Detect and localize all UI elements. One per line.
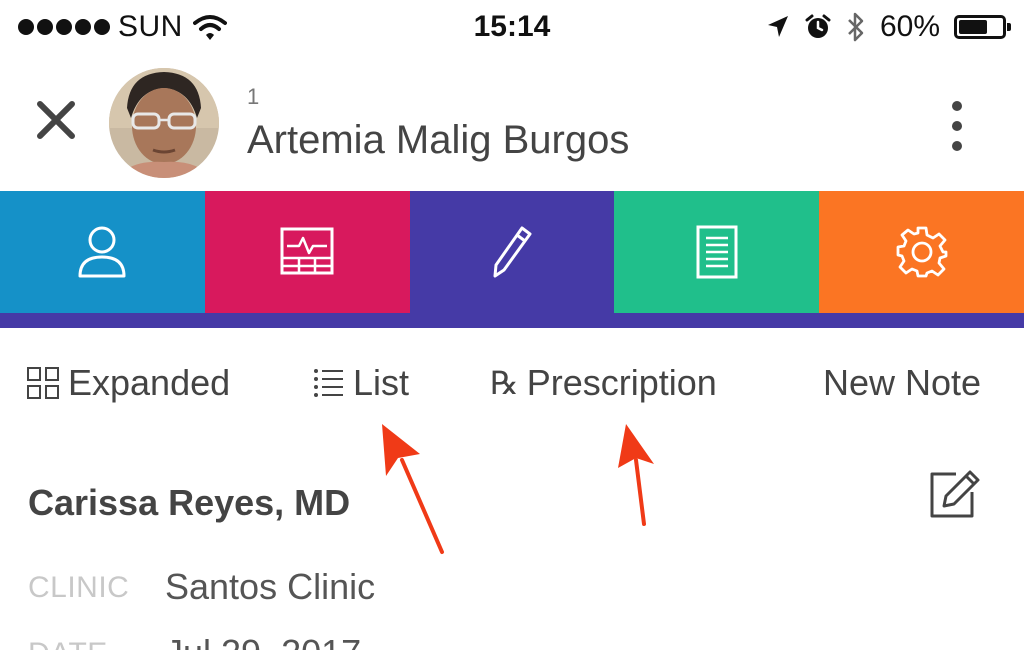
grid-icon xyxy=(27,367,59,399)
tab-prescription-label: Prescription xyxy=(526,362,717,403)
tab-profile[interactable] xyxy=(0,191,205,313)
bluetooth-icon xyxy=(848,12,864,42)
view-mode-tabs: Expanded List ℞ Prescription New Note xyxy=(0,350,1024,416)
tab-notes[interactable] xyxy=(409,191,615,313)
annotation-arrow-list xyxy=(382,424,444,554)
date-label: DATE xyxy=(28,637,108,650)
tab-prescription[interactable]: ℞ Prescription xyxy=(490,350,717,416)
patient-header: 1 Artemia Malig Burgos xyxy=(0,58,1024,191)
tab-settings[interactable] xyxy=(819,191,1024,313)
more-vertical-icon[interactable] xyxy=(940,98,974,154)
patient-name: Artemia Malig Burgos xyxy=(247,118,630,162)
location-arrow-icon xyxy=(767,16,788,37)
status-right: 60% xyxy=(766,10,1011,44)
edit-note-icon[interactable] xyxy=(926,466,982,522)
tab-new-note[interactable]: New Note xyxy=(823,350,981,416)
gear-icon xyxy=(896,226,947,278)
tab-documents[interactable] xyxy=(614,191,820,313)
battery-percentage: 60% xyxy=(879,10,940,43)
vitals-monitor-icon xyxy=(280,227,334,275)
alarm-icon xyxy=(805,14,831,38)
tab-new-note-label: New Note xyxy=(823,362,982,403)
close-icon[interactable] xyxy=(30,94,82,146)
patient-avatar xyxy=(109,68,219,178)
pencil-icon xyxy=(493,226,532,278)
tab-vitals[interactable] xyxy=(204,191,410,313)
battery-icon xyxy=(954,15,1011,39)
document-icon xyxy=(696,225,738,279)
list-icon xyxy=(314,369,343,397)
patient-number: 1 xyxy=(247,84,260,109)
patient-notes-screen: SUN 15:14 60% 1 Artemia Malig Burgos Exp… xyxy=(0,0,1024,650)
date-value: Jul 29, 2017 xyxy=(165,632,361,650)
active-tab-underline xyxy=(0,313,1024,328)
rx-icon: ℞ xyxy=(490,364,519,402)
status-bar: SUN 15:14 60% xyxy=(0,0,1024,58)
doctor-name: Carissa Reyes, MD xyxy=(28,482,351,523)
battery-fill xyxy=(959,20,987,34)
tab-list-label: List xyxy=(353,362,410,403)
tab-expanded[interactable]: Expanded xyxy=(26,350,230,416)
tab-list[interactable]: List xyxy=(313,350,409,416)
section-tab-bar xyxy=(0,191,1024,313)
person-icon xyxy=(78,226,126,278)
clinic-label: CLINIC xyxy=(28,571,130,604)
clinic-value: Santos Clinic xyxy=(165,566,376,607)
tab-expanded-label: Expanded xyxy=(68,362,231,403)
annotation-arrow-prescription xyxy=(618,424,654,526)
